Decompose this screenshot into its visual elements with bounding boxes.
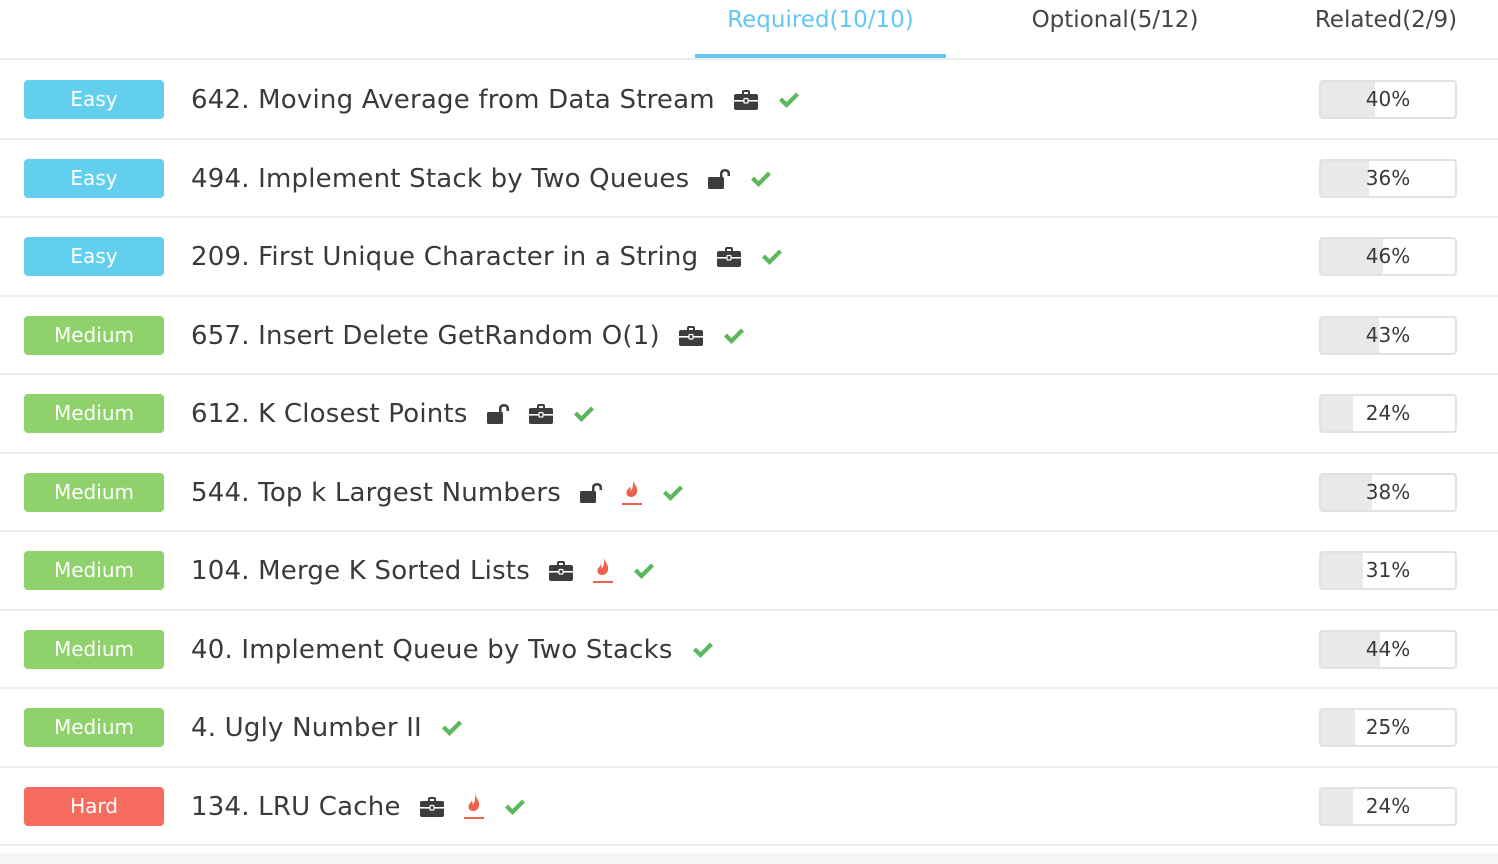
briefcase-icon xyxy=(678,321,704,351)
briefcase-icon xyxy=(733,85,759,115)
difficulty-badge-medium[interactable]: Medium xyxy=(24,473,164,512)
problem-list: Easy 642. Moving Average from Data Stream… xyxy=(0,61,1498,846)
acceptance-rate-label: 44% xyxy=(1365,637,1411,661)
problem-title-link[interactable]: 544. Top k Largest Numbers xyxy=(191,478,561,508)
bottom-strip xyxy=(0,853,1498,864)
acceptance-rate-label: 24% xyxy=(1365,401,1411,425)
problem-row[interactable]: Easy 209. First Unique Character in a Str… xyxy=(0,218,1498,297)
difficulty-badge-easy[interactable]: Easy xyxy=(24,80,164,119)
acceptance-progress-bar: 24% xyxy=(1319,394,1457,433)
problem-title-group: 494. Implement Stack by Two Queues xyxy=(191,140,773,218)
problem-title-group: 612. K Closest Points xyxy=(191,375,596,453)
acceptance-progress-bar: 38% xyxy=(1319,473,1457,512)
problem-row[interactable]: Medium 104. Merge K Sorted Lists 31% xyxy=(0,532,1498,611)
acceptance-progress-bar: 31% xyxy=(1319,551,1457,590)
hot-icon xyxy=(463,792,485,822)
difficulty-badge-hard[interactable]: Hard xyxy=(24,787,164,826)
problem-list-page: Required(10/10) Optional(5/12) Related(2… xyxy=(0,0,1498,864)
tab-bar: Required(10/10) Optional(5/12) Related(2… xyxy=(0,0,1498,60)
hot-icon xyxy=(592,556,614,586)
problem-title-group: 134. LRU Cache xyxy=(191,768,527,846)
tab-optional-label: Optional(5/12) xyxy=(1031,7,1199,33)
acceptance-progress-bar: 44% xyxy=(1319,630,1457,669)
unlock-icon xyxy=(486,399,510,429)
acceptance-rate-label: 38% xyxy=(1365,480,1411,504)
acceptance-progress-bar: 43% xyxy=(1319,316,1457,355)
problem-title-link[interactable]: 134. LRU Cache xyxy=(191,792,401,822)
difficulty-badge-medium[interactable]: Medium xyxy=(24,551,164,590)
acceptance-rate-label: 40% xyxy=(1365,87,1411,111)
problem-row[interactable]: Medium 40. Implement Queue by Two Stacks 4… xyxy=(0,611,1498,689)
check-icon xyxy=(749,164,773,194)
problem-title-link[interactable]: 104. Merge K Sorted Lists xyxy=(191,556,530,586)
acceptance-progress-bar: 36% xyxy=(1319,159,1457,198)
problem-row[interactable]: Medium 4. Ugly Number II 25% xyxy=(0,689,1498,768)
problem-row[interactable]: Medium 657. Insert Delete GetRandom O(1) 4… xyxy=(0,297,1498,375)
unlock-icon xyxy=(707,164,731,194)
problem-row[interactable]: Easy 642. Moving Average from Data Stream… xyxy=(0,61,1498,140)
acceptance-rate-label: 24% xyxy=(1365,794,1411,818)
problem-title-link[interactable]: 494. Implement Stack by Two Queues xyxy=(191,164,689,194)
acceptance-rate-label: 31% xyxy=(1365,558,1411,582)
acceptance-rate-label: 36% xyxy=(1365,166,1411,190)
tab-required[interactable]: Required(10/10) xyxy=(695,0,946,58)
check-icon xyxy=(503,792,527,822)
difficulty-badge-easy[interactable]: Easy xyxy=(24,237,164,276)
difficulty-badge-medium[interactable]: Medium xyxy=(24,630,164,669)
problem-title-link[interactable]: 209. First Unique Character in a String xyxy=(191,242,698,272)
problem-row[interactable]: Hard 134. LRU Cache 24% xyxy=(0,768,1498,846)
problem-title-link[interactable]: 657. Insert Delete GetRandom O(1) xyxy=(191,321,660,351)
difficulty-badge-medium[interactable]: Medium xyxy=(24,708,164,747)
check-icon xyxy=(760,242,784,272)
difficulty-badge-medium[interactable]: Medium xyxy=(24,394,164,433)
acceptance-progress-bar: 24% xyxy=(1319,787,1457,826)
check-icon xyxy=(722,321,746,351)
check-icon xyxy=(777,85,801,115)
problem-title-link[interactable]: 642. Moving Average from Data Stream xyxy=(191,85,715,115)
problem-title-link[interactable]: 40. Implement Queue by Two Stacks xyxy=(191,635,673,665)
problem-title-group: 104. Merge K Sorted Lists xyxy=(191,532,656,610)
briefcase-icon xyxy=(548,556,574,586)
briefcase-icon xyxy=(716,242,742,272)
active-tab-underline xyxy=(695,54,946,58)
acceptance-progress-bar: 25% xyxy=(1319,708,1457,747)
problem-title-link[interactable]: 4. Ugly Number II xyxy=(191,713,422,743)
acceptance-progress-bar: 46% xyxy=(1319,237,1457,276)
briefcase-icon xyxy=(528,399,554,429)
problem-title-group: 544. Top k Largest Numbers xyxy=(191,454,685,532)
tab-optional[interactable]: Optional(5/12) xyxy=(1020,0,1210,58)
problem-title-link[interactable]: 612. K Closest Points xyxy=(191,399,468,429)
problem-title-group: 642. Moving Average from Data Stream xyxy=(191,61,801,139)
problem-title-group: 4. Ugly Number II xyxy=(191,689,464,767)
difficulty-badge-medium[interactable]: Medium xyxy=(24,316,164,355)
problem-row[interactable]: Medium 612. K Closest Points 24% xyxy=(0,375,1498,454)
tab-related[interactable]: Related(2/9) xyxy=(1300,0,1472,58)
problem-title-group: 40. Implement Queue by Two Stacks xyxy=(191,611,715,689)
check-icon xyxy=(661,478,685,508)
problem-title-group: 657. Insert Delete GetRandom O(1) xyxy=(191,297,746,375)
problem-row[interactable]: Medium 544. Top k Largest Numbers 38% xyxy=(0,454,1498,532)
tab-related-label: Related(2/9) xyxy=(1314,7,1458,33)
briefcase-icon xyxy=(419,792,445,822)
acceptance-rate-label: 25% xyxy=(1365,715,1411,739)
difficulty-badge-easy[interactable]: Easy xyxy=(24,159,164,198)
check-icon xyxy=(632,556,656,586)
check-icon xyxy=(691,635,715,665)
check-icon xyxy=(572,399,596,429)
unlock-icon xyxy=(579,478,603,508)
tab-required-label: Required(10/10) xyxy=(727,7,914,33)
acceptance-rate-label: 43% xyxy=(1365,323,1411,347)
problem-row[interactable]: Easy 494. Implement Stack by Two Queues 36… xyxy=(0,140,1498,218)
hot-icon xyxy=(621,478,643,508)
acceptance-rate-label: 46% xyxy=(1365,244,1411,268)
problem-title-group: 209. First Unique Character in a String xyxy=(191,218,784,296)
check-icon xyxy=(440,713,464,743)
acceptance-progress-bar: 40% xyxy=(1319,80,1457,119)
